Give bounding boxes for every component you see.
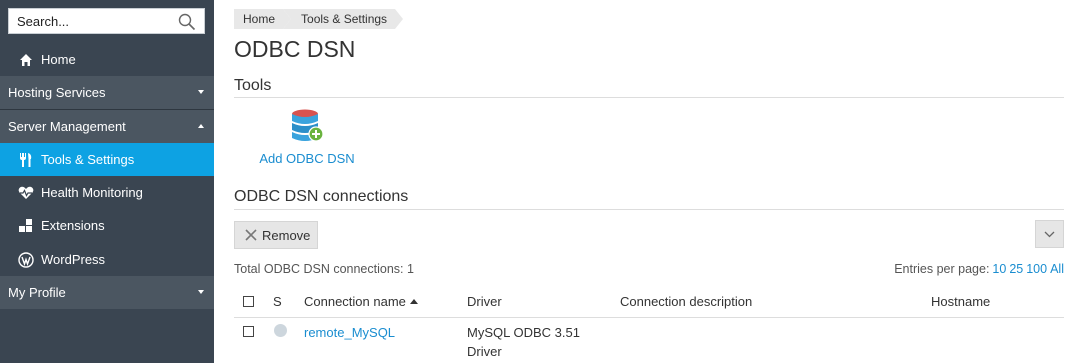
main-content: Home Tools & Settings ODBC DSN Tools Add… <box>214 0 1082 363</box>
sidebar-group-hosting-services[interactable]: Hosting Services <box>0 76 214 109</box>
select-all-checkbox[interactable] <box>243 296 254 307</box>
driver-cell-line1: MySQL ODBC 3.51 <box>467 325 580 340</box>
sidebar: Home Hosting Services Server Management … <box>0 0 214 363</box>
chevron-up-icon <box>198 124 204 128</box>
chevron-down-icon <box>198 90 204 94</box>
entries-per-page: Entries per page: 10 25 100 All <box>894 262 1064 276</box>
sidebar-item-extensions[interactable]: Extensions <box>0 209 214 242</box>
driver-cell-line2: Driver <box>467 344 502 359</box>
remove-button[interactable]: Remove <box>234 221 318 249</box>
chevron-down-icon <box>1044 231 1055 238</box>
column-header-label: Connection name <box>304 294 406 309</box>
search-icon[interactable] <box>178 13 196 31</box>
sidebar-item-label: Home <box>41 52 76 67</box>
sidebar-item-wordpress[interactable]: WordPress <box>0 243 214 276</box>
divider <box>234 209 1064 210</box>
column-header-hostname: Hostname <box>931 294 991 309</box>
remove-icon <box>245 229 257 241</box>
total-connections-count: Total ODBC DSN connections: 1 <box>234 262 414 276</box>
entries-option-100[interactable]: 100 <box>1026 262 1047 276</box>
entries-per-page-label: Entries per page: <box>894 262 990 276</box>
add-odbc-dsn-button[interactable]: Add ODBC DSN <box>252 108 362 166</box>
page-title: ODBC DSN <box>234 36 356 62</box>
sidebar-item-home[interactable]: Home <box>0 43 214 76</box>
wordpress-icon <box>17 251 35 269</box>
divider <box>234 97 1064 98</box>
column-header-description: Connection description <box>620 294 753 309</box>
sidebar-item-label: Extensions <box>41 218 105 233</box>
extensions-icon <box>17 217 35 235</box>
sidebar-group-my-profile[interactable]: My Profile <box>0 276 214 309</box>
entries-option-25[interactable]: 25 <box>1009 262 1023 276</box>
sidebar-item-label: Health Monitoring <box>41 185 143 200</box>
breadcrumb: Home Tools & Settings <box>234 9 404 29</box>
sidebar-item-tools-settings[interactable]: Tools & Settings <box>0 143 214 176</box>
heart-pulse-icon <box>17 184 35 202</box>
tools-icon <box>17 151 35 169</box>
home-icon <box>17 51 35 69</box>
remove-button-label: Remove <box>262 227 311 243</box>
sidebar-group-label: Hosting Services <box>8 85 106 100</box>
list-options-button[interactable] <box>1035 220 1064 248</box>
status-icon <box>274 324 287 337</box>
sidebar-group-label: Server Management <box>8 119 126 134</box>
add-odbc-dsn-label[interactable]: Add ODBC DSN <box>252 151 362 166</box>
section-title-tools: Tools <box>234 77 272 94</box>
chevron-down-icon <box>198 290 204 294</box>
row-checkbox[interactable] <box>243 326 254 337</box>
entries-option-all[interactable]: All <box>1050 262 1064 276</box>
database-add-icon <box>292 109 324 142</box>
sidebar-item-label: WordPress <box>41 252 106 267</box>
breadcrumb-home[interactable]: Home <box>234 9 292 29</box>
sidebar-group-label: My Profile <box>8 285 66 300</box>
column-header-status: S <box>273 294 282 309</box>
column-header-driver: Driver <box>467 294 502 309</box>
table-header-divider <box>234 317 1064 318</box>
search-input[interactable] <box>9 9 169 33</box>
connection-name-link[interactable]: remote_MySQL <box>304 325 395 340</box>
section-title-connections: ODBC DSN connections <box>234 188 409 205</box>
breadcrumb-tools-settings[interactable]: Tools & Settings <box>283 9 404 29</box>
sort-asc-icon <box>409 299 418 304</box>
entries-option-10[interactable]: 10 <box>992 262 1006 276</box>
sidebar-item-health-monitoring[interactable]: Health Monitoring <box>0 176 214 209</box>
search-box[interactable] <box>8 8 205 34</box>
sidebar-item-label: Tools & Settings <box>41 152 135 167</box>
sidebar-group-server-management[interactable]: Server Management <box>0 110 214 143</box>
column-header-connection-name[interactable]: Connection name <box>304 294 418 309</box>
